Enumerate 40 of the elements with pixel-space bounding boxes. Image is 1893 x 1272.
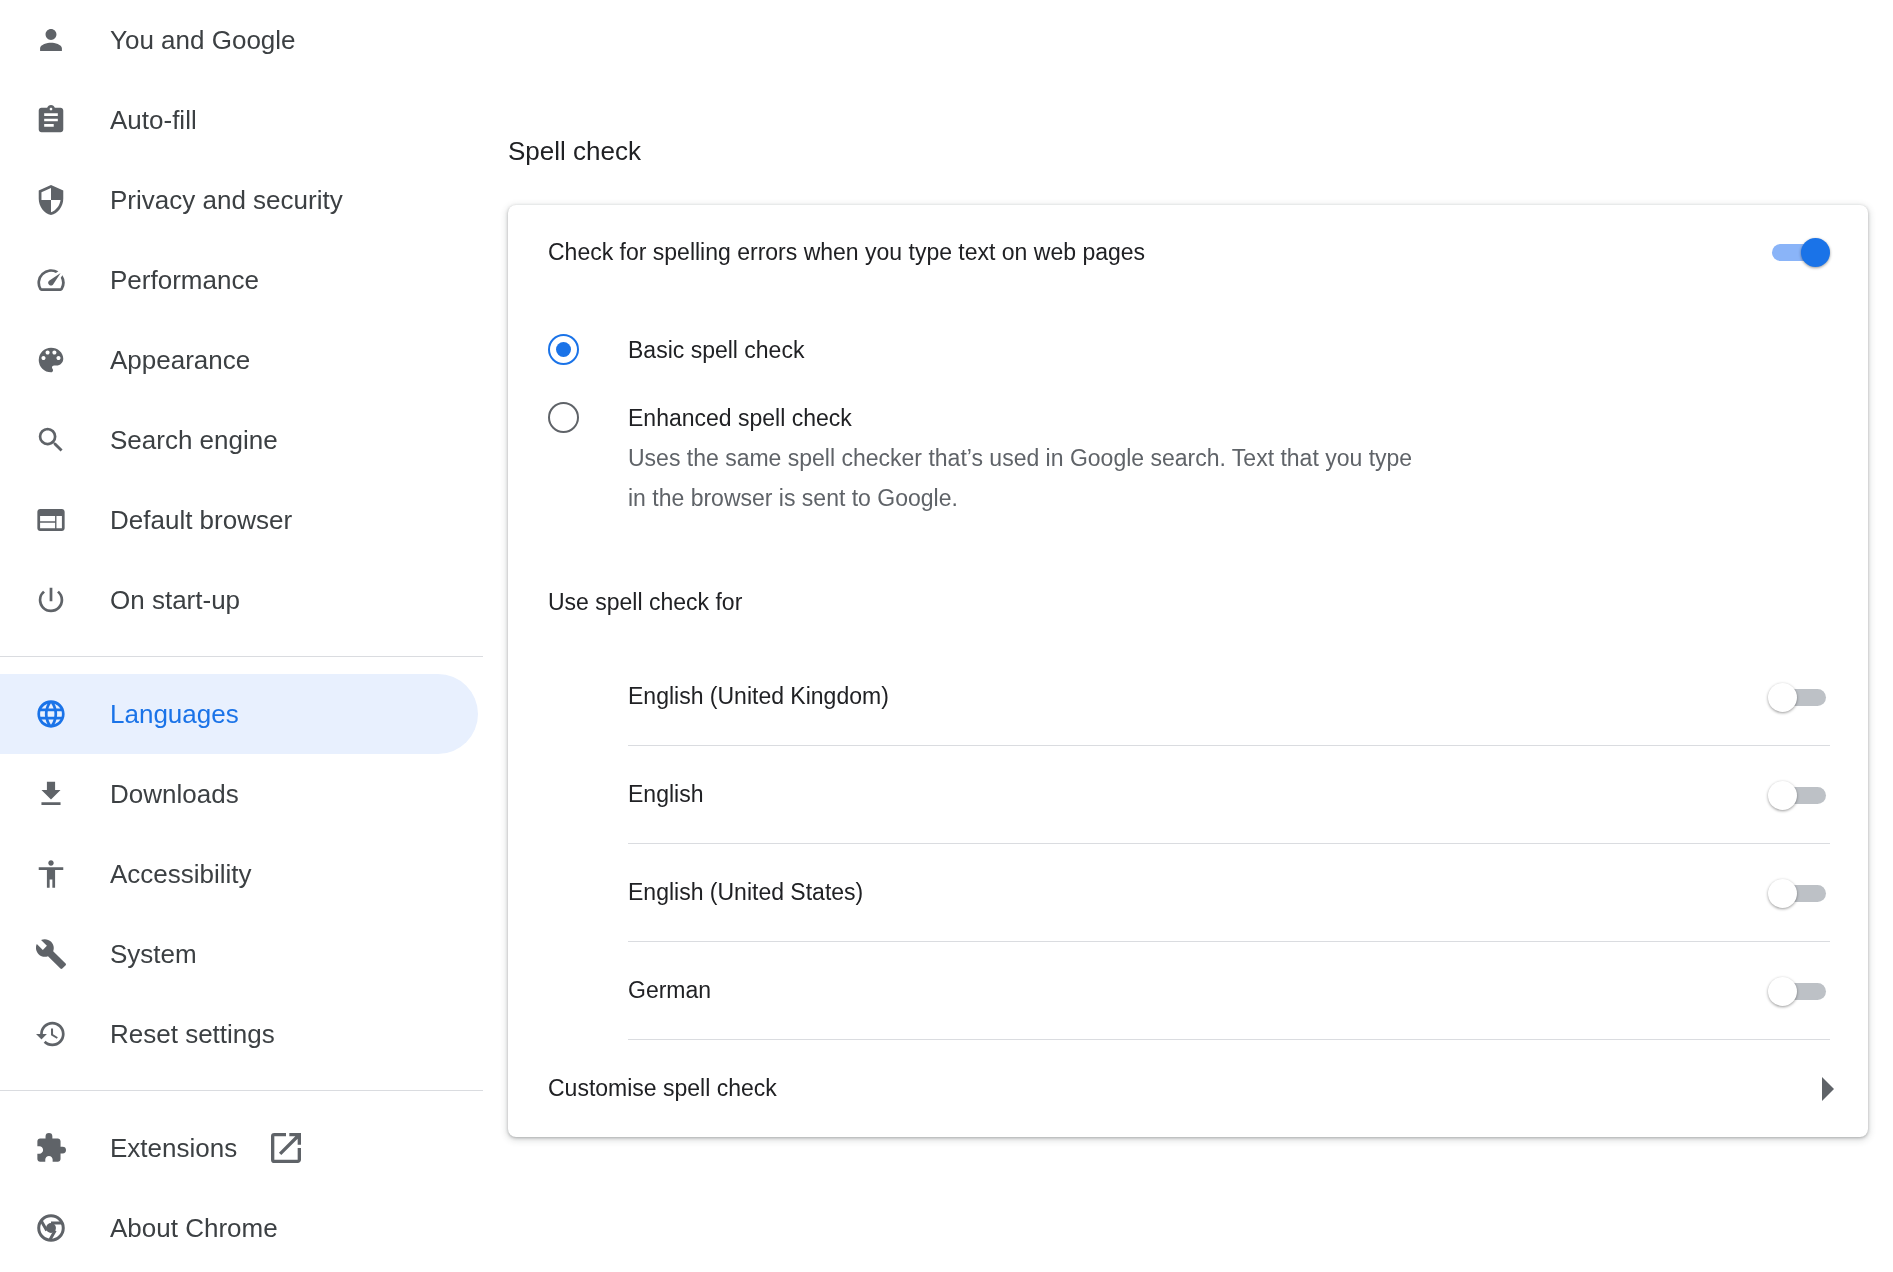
radio-button[interactable] xyxy=(548,402,579,433)
caret-icon xyxy=(1822,1076,1834,1101)
sidebar-item[interactable]: On start-up xyxy=(0,560,478,640)
search-icon xyxy=(36,425,66,455)
sidebar-item[interactable]: Auto-fill xyxy=(0,80,478,160)
language-name: English (United Kingdom) xyxy=(628,683,889,710)
customise-row[interactable]: Customise spell check xyxy=(548,1040,1834,1137)
circle-logo-icon xyxy=(36,1213,66,1243)
radio-label: Enhanced spell check xyxy=(628,404,853,433)
accessibility-icon xyxy=(36,859,66,889)
wrench-icon xyxy=(36,939,66,969)
palette-icon xyxy=(36,345,66,375)
sidebar-item[interactable]: System xyxy=(0,914,478,994)
sidebar-item[interactable]: Search engine xyxy=(0,400,478,480)
power-icon xyxy=(36,585,66,615)
sidebar-item[interactable]: Downloads xyxy=(0,754,478,834)
puzzle-piece-icon xyxy=(36,1133,66,1163)
language-name: English (United States) xyxy=(628,879,864,906)
sidebar-item[interactable]: You and Google xyxy=(0,0,478,80)
sidebar-item[interactable]: Appearance xyxy=(0,320,478,400)
sidebar-item[interactable]: Default browser xyxy=(0,480,478,560)
sidebar-item[interactable]: About Chrome xyxy=(0,1188,478,1268)
sidebar-item[interactable]: Languages xyxy=(0,674,478,754)
language-name: English xyxy=(628,781,704,808)
sidebar-item[interactable]: Extensions xyxy=(0,1108,478,1188)
sidebar-item[interactable]: Reset settings xyxy=(0,994,478,1074)
language-name: German xyxy=(628,977,712,1004)
subheading: Use spell check for xyxy=(548,588,743,617)
section-heading: Spell check xyxy=(508,135,641,168)
shield-icon xyxy=(36,185,66,215)
radio-label: Basic spell check xyxy=(628,336,805,365)
setting-label: Check for spelling errors when you type text on web pages xyxy=(548,238,1146,266)
sidebar-item[interactable]: Accessibility xyxy=(0,834,478,914)
clipboard-icon xyxy=(36,105,66,135)
radio-button[interactable] xyxy=(548,334,579,365)
sidebar-item[interactable]: Performance xyxy=(0,240,478,320)
globe-icon xyxy=(36,699,66,729)
sidebar-item[interactable]: Privacy and security xyxy=(0,160,478,240)
history-icon xyxy=(36,1019,66,1049)
option-description: Uses the same spell checker that’s used in Google search. Text that you type in the browser is sent to Google. xyxy=(628,444,1414,513)
